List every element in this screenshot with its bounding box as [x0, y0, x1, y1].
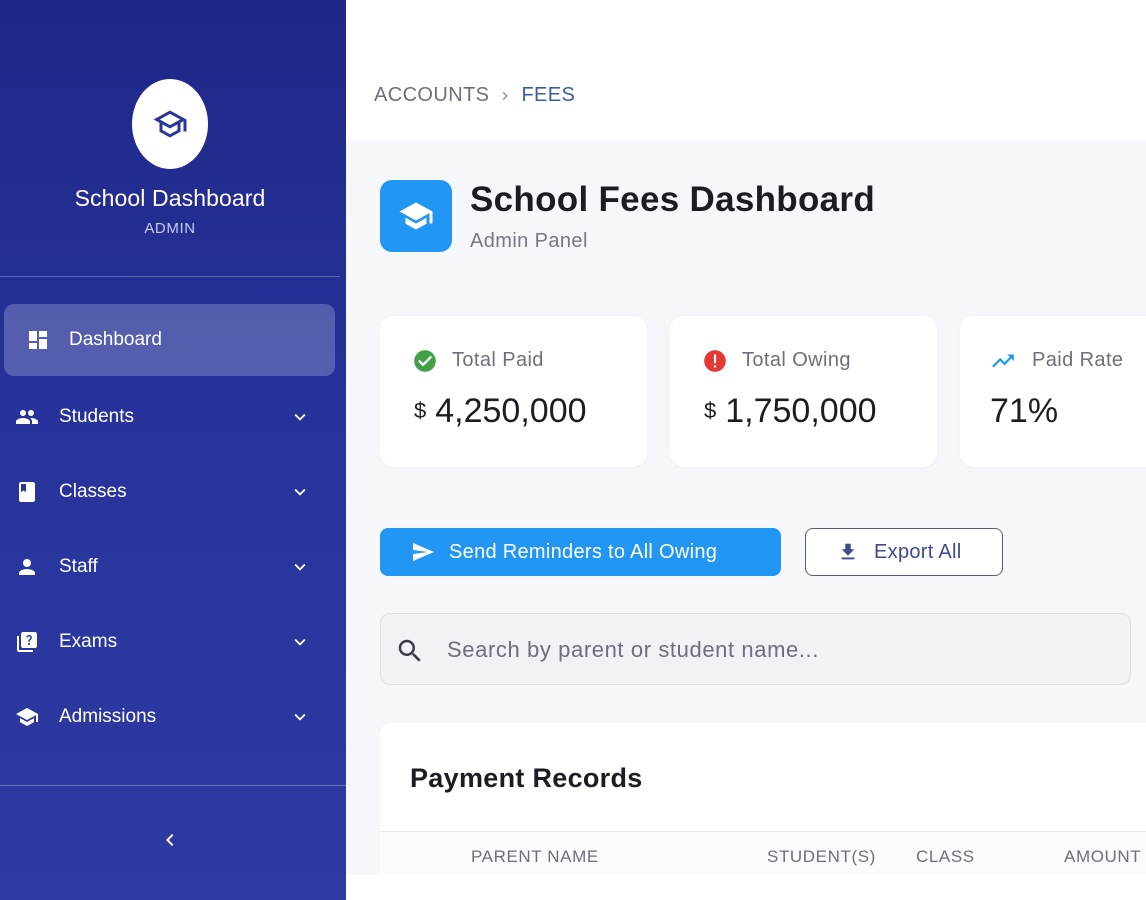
stat-card-paid-rate: Paid Rate 71% [960, 316, 1146, 467]
currency-symbol: $ [704, 398, 717, 423]
payment-records-title: Payment Records [410, 763, 643, 793]
person-icon [15, 555, 39, 579]
error-icon [702, 348, 728, 374]
chevron-down-icon[interactable] [289, 631, 311, 653]
breadcrumb-current: FEES [521, 84, 576, 106]
stat-amount: 71% [990, 392, 1059, 430]
download-icon [837, 541, 859, 563]
search-box[interactable] [380, 613, 1131, 685]
currency-symbol: $ [414, 398, 427, 423]
send-reminders-button[interactable]: Send Reminders to All Owing [380, 528, 781, 576]
search-icon [395, 636, 425, 666]
stat-amount: 4,250,000 [435, 392, 587, 430]
breadcrumb: ACCOUNTS FEES [374, 84, 575, 107]
column-header-class[interactable]: CLASS [916, 847, 975, 867]
stat-label: Paid Rate [1032, 349, 1124, 371]
main-content: School Fees Dashboard Admin Panel Total … [346, 140, 1146, 875]
sidebar-item-label: Students [59, 406, 134, 427]
chevron-right-icon [497, 88, 513, 104]
brand-title: School Dashboard [74, 185, 266, 211]
stat-card-total-paid: Total Paid $ 4,250,000 [380, 316, 647, 467]
stat-card-total-owing: Total Owing $ 1,750,000 [670, 316, 937, 467]
school-icon [15, 705, 39, 729]
sidebar-item-exams[interactable]: Exams [0, 612, 340, 672]
export-all-button[interactable]: Export All [805, 528, 1003, 576]
table-header-row: PARENT NAME STUDENT(S) CLASS AMOUNT [380, 832, 1146, 875]
dashboard-icon [26, 328, 50, 352]
search-input[interactable] [447, 632, 1107, 668]
sidebar-item-dashboard[interactable]: Dashboard [4, 304, 335, 376]
sidebar: School Dashboard ADMIN Dashboard Student… [0, 0, 346, 900]
payment-records-card: Payment Records PARENT NAME STUDENT(S) C… [380, 723, 1146, 875]
graduation-cap-icon [153, 110, 187, 138]
export-all-label: Export All [874, 541, 962, 563]
sidebar-item-students[interactable]: Students [0, 387, 340, 447]
class-book-icon [15, 480, 39, 504]
sidebar-item-label: Dashboard [69, 329, 162, 350]
column-header-amount[interactable]: AMOUNT [1064, 847, 1141, 867]
page-title: School Fees Dashboard [470, 180, 876, 219]
sidebar-item-label: Staff [59, 556, 98, 577]
quiz-icon [15, 630, 39, 654]
sidebar-footer [0, 785, 346, 900]
page-subtitle: Admin Panel [470, 230, 588, 252]
sidebar-item-label: Admissions [59, 706, 157, 727]
brand-role: ADMIN [144, 220, 196, 237]
chevron-down-icon[interactable] [289, 706, 311, 728]
stat-amount: 1,750,000 [725, 392, 877, 430]
chevron-down-icon[interactable] [289, 406, 311, 428]
stat-value: 71% [990, 392, 1058, 431]
sidebar-item-classes[interactable]: Classes [0, 462, 340, 522]
people-icon [15, 405, 39, 429]
graduation-cap-icon [399, 202, 433, 230]
stat-label: Total Paid [452, 349, 544, 371]
sidebar-brand: School Dashboard ADMIN [0, 0, 340, 277]
stat-value: $ 4,250,000 [414, 392, 587, 431]
breadcrumb-parent[interactable]: ACCOUNTS [374, 84, 489, 107]
sidebar-item-label: Exams [59, 631, 118, 652]
header-icon-tile [380, 180, 452, 252]
sidebar-item-admissions[interactable]: Admissions [0, 687, 340, 747]
chevron-down-icon[interactable] [289, 481, 311, 503]
chevron-left-icon[interactable] [158, 828, 182, 852]
check-circle-icon [412, 348, 438, 374]
sidebar-item-label: Classes [59, 481, 127, 502]
column-header-parent-name[interactable]: PARENT NAME [471, 847, 599, 867]
sidebar-item-staff[interactable]: Staff [0, 537, 340, 597]
chevron-down-icon[interactable] [289, 556, 311, 578]
trending-up-icon [990, 348, 1016, 374]
send-icon [410, 540, 436, 564]
send-reminders-label: Send Reminders to All Owing [449, 541, 718, 563]
topbar: ACCOUNTS FEES [346, 0, 1146, 140]
column-header-students[interactable]: STUDENT(S) [767, 847, 876, 867]
bottom-strip [346, 875, 1146, 900]
brand-logo [132, 79, 208, 169]
stat-value: $ 1,750,000 [704, 392, 877, 431]
stat-label: Total Owing [742, 349, 851, 371]
